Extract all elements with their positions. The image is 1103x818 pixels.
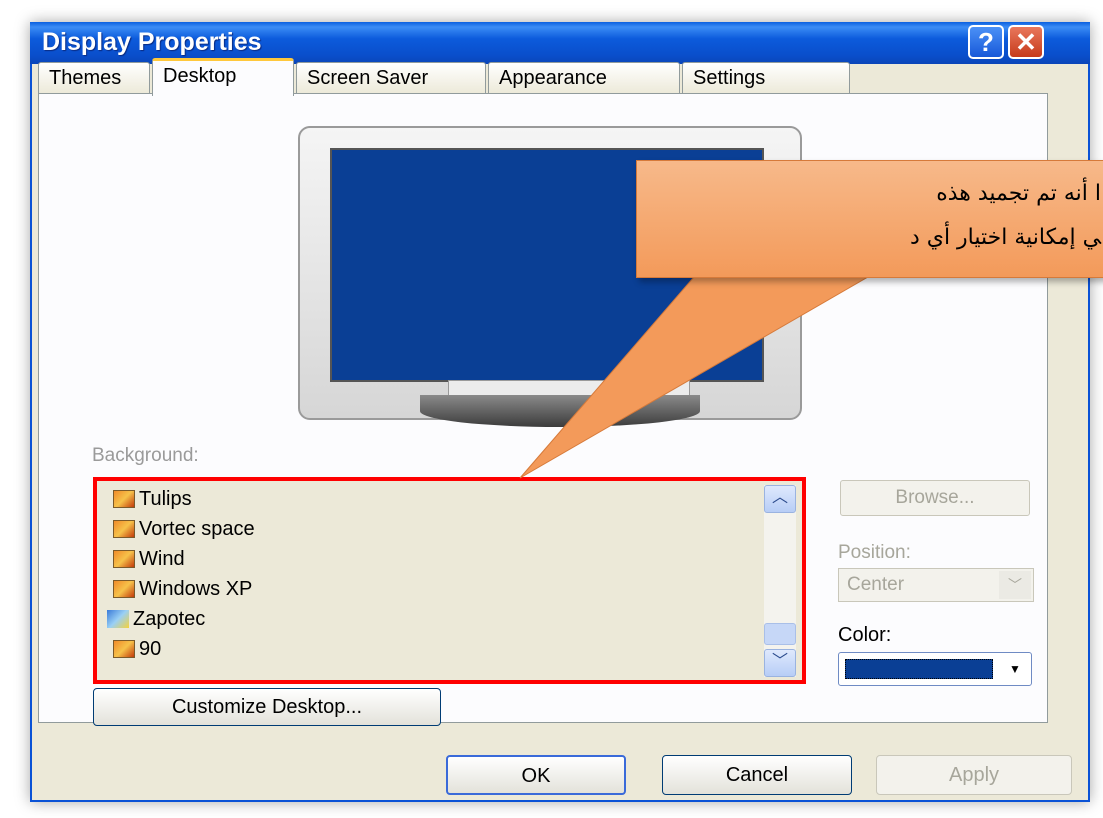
list-item[interactable]: Windows XP (113, 575, 252, 603)
close-button[interactable]: ✕ (1008, 25, 1044, 59)
image-file-icon (113, 550, 135, 568)
callout-text-line1: ﺍ ﺃﻧﻪ ﺗﻢ ﺗﺠﻤﻴﺪ ﻫﺬﻩ (936, 181, 1101, 206)
apply-button: Apply (876, 755, 1072, 795)
scroll-down-icon[interactable]: ﹀ (764, 649, 796, 677)
paint-file-icon (107, 610, 129, 628)
position-label: Position: (838, 542, 911, 563)
chevron-down-icon[interactable]: ﹀ (999, 571, 1031, 599)
color-picker-button[interactable]: ▼ (838, 652, 1032, 686)
image-file-icon (113, 520, 135, 538)
image-file-icon (113, 490, 135, 508)
dropdown-arrow-icon[interactable]: ▼ (1003, 657, 1027, 681)
color-swatch (845, 659, 993, 679)
background-label: Background: (92, 445, 199, 466)
annotation-callout: ﺍ ﺃﻧﻪ ﺗﻢ ﺗﺠﻤﻴﺪ ﻫﺬﻩ ﻲ ﺇﻣﻜﺎﻧﻴﺔ ﺍﺧﺘﻴﺎﺭ ﺃﻱ ﺩ (636, 160, 1103, 278)
image-file-icon (113, 640, 135, 658)
tab-desktop[interactable]: Desktop (152, 58, 294, 96)
tab-screen-saver[interactable]: Screen Saver (296, 62, 486, 94)
customize-desktop-button[interactable]: Customize Desktop... (93, 688, 441, 726)
tab-appearance[interactable]: Appearance (488, 62, 680, 94)
list-item[interactable]: Zapotec (107, 605, 205, 633)
tab-themes[interactable]: Themes (38, 62, 150, 94)
list-item[interactable]: Wind (113, 545, 185, 573)
list-item[interactable]: 90 (113, 635, 161, 663)
ok-button[interactable]: OK (446, 755, 626, 795)
position-value: Center (847, 574, 905, 595)
background-listbox[interactable]: Tulips Vortec space Wind Windows XP Zapo… (93, 477, 806, 684)
tab-settings[interactable]: Settings (682, 62, 850, 94)
window-title: Display Properties (42, 28, 262, 56)
scroll-thumb[interactable] (764, 623, 796, 645)
help-button[interactable]: ? (968, 25, 1004, 59)
list-item[interactable]: Vortec space (113, 515, 255, 543)
cancel-button[interactable]: Cancel (662, 755, 852, 795)
position-select[interactable]: Center ﹀ (838, 568, 1034, 602)
list-item[interactable]: Tulips (113, 485, 192, 513)
browse-button[interactable]: Browse... (840, 480, 1030, 516)
callout-text-line2: ﻲ ﺇﻣﻜﺎﻧﻴﺔ ﺍﺧﺘﻴﺎﺭ ﺃﻱ ﺩ (909, 225, 1101, 250)
listbox-scrollbar[interactable]: ︿ ﹀ (764, 485, 796, 677)
scroll-up-icon[interactable]: ︿ (764, 485, 796, 513)
color-label: Color: (838, 624, 892, 646)
monitor-stand (420, 395, 700, 427)
image-file-icon (113, 580, 135, 598)
